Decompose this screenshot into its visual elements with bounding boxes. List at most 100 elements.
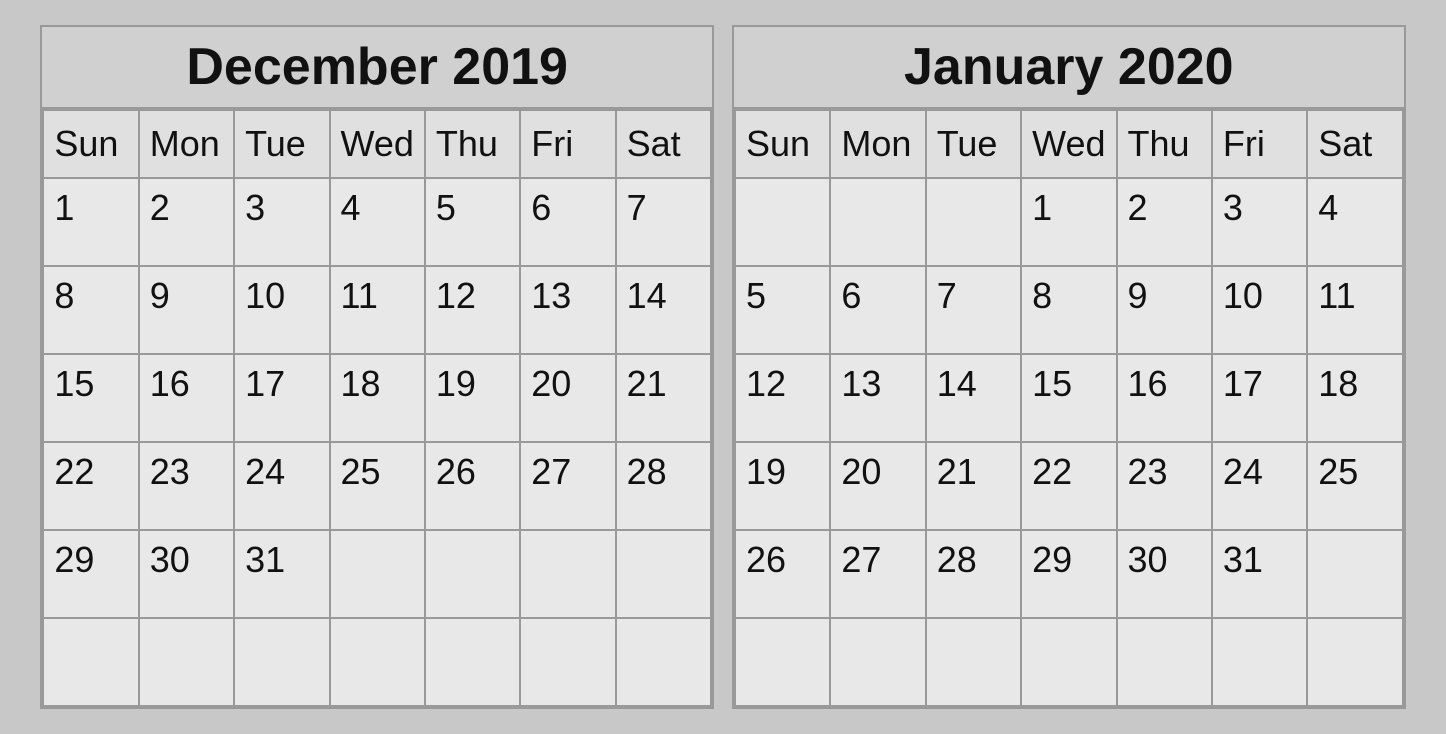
day-cell	[140, 619, 235, 707]
day-cell: 29	[44, 531, 139, 619]
day-cell: 15	[44, 355, 139, 443]
day-cell	[831, 179, 926, 267]
day-cell	[831, 619, 926, 707]
day-cell: 7	[927, 267, 1022, 355]
day-cell: 4	[331, 179, 426, 267]
day-cell: 27	[831, 531, 926, 619]
day-cell	[521, 619, 616, 707]
day-cell: 19	[426, 355, 521, 443]
day-header: Sat	[617, 109, 712, 179]
day-cell: 27	[521, 443, 616, 531]
day-header: Thu	[1118, 109, 1213, 179]
day-cell: 9	[1118, 267, 1213, 355]
day-cell: 17	[1213, 355, 1308, 443]
day-cell: 15	[1022, 355, 1117, 443]
day-header: Sat	[1308, 109, 1403, 179]
calendar-gap	[714, 25, 732, 709]
day-cell: 20	[831, 443, 926, 531]
day-cell	[235, 619, 330, 707]
day-cell: 2	[1118, 179, 1213, 267]
day-cell	[617, 619, 712, 707]
day-cell: 11	[1308, 267, 1403, 355]
december-calendar: December 2019 SunMonTueWedThuFriSat12345…	[40, 25, 714, 709]
day-cell: 19	[736, 443, 831, 531]
day-cell: 12	[426, 267, 521, 355]
day-cell	[1118, 619, 1213, 707]
day-cell	[736, 179, 831, 267]
day-cell	[1308, 619, 1403, 707]
day-cell: 6	[521, 179, 616, 267]
day-header: Mon	[831, 109, 926, 179]
day-cell: 11	[331, 267, 426, 355]
day-cell: 6	[831, 267, 926, 355]
day-cell: 30	[1118, 531, 1213, 619]
day-cell	[927, 619, 1022, 707]
day-cell: 18	[1308, 355, 1403, 443]
day-cell: 21	[617, 355, 712, 443]
day-cell: 8	[1022, 267, 1117, 355]
day-cell: 22	[44, 443, 139, 531]
day-cell: 28	[617, 443, 712, 531]
day-cell: 25	[331, 443, 426, 531]
day-header: Wed	[1022, 109, 1117, 179]
day-cell: 8	[44, 267, 139, 355]
day-header: Wed	[331, 109, 426, 179]
day-cell: 23	[140, 443, 235, 531]
day-cell: 20	[521, 355, 616, 443]
day-cell: 30	[140, 531, 235, 619]
day-cell: 31	[1213, 531, 1308, 619]
day-header: Sun	[44, 109, 139, 179]
day-cell: 28	[927, 531, 1022, 619]
day-cell: 12	[736, 355, 831, 443]
day-cell: 14	[927, 355, 1022, 443]
day-cell	[331, 531, 426, 619]
day-cell	[521, 531, 616, 619]
day-cell: 24	[1213, 443, 1308, 531]
day-cell	[331, 619, 426, 707]
day-cell: 26	[426, 443, 521, 531]
day-cell: 13	[831, 355, 926, 443]
day-cell: 9	[140, 267, 235, 355]
day-cell: 21	[927, 443, 1022, 531]
day-cell	[426, 531, 521, 619]
december-title: December 2019	[42, 27, 712, 109]
day-cell	[44, 619, 139, 707]
calendars-wrapper: December 2019 SunMonTueWedThuFriSat12345…	[30, 15, 1415, 719]
day-cell: 22	[1022, 443, 1117, 531]
day-cell: 3	[1213, 179, 1308, 267]
day-cell: 23	[1118, 443, 1213, 531]
day-cell: 4	[1308, 179, 1403, 267]
day-header: Thu	[426, 109, 521, 179]
day-cell	[736, 619, 831, 707]
day-cell: 2	[140, 179, 235, 267]
day-header: Mon	[140, 109, 235, 179]
day-cell: 10	[235, 267, 330, 355]
day-cell	[1213, 619, 1308, 707]
day-cell: 17	[235, 355, 330, 443]
day-cell: 5	[426, 179, 521, 267]
day-cell: 7	[617, 179, 712, 267]
day-cell	[927, 179, 1022, 267]
day-header: Fri	[521, 109, 616, 179]
day-cell	[1308, 531, 1403, 619]
day-cell: 13	[521, 267, 616, 355]
january-grid: SunMonTueWedThuFriSat1234567891011121314…	[734, 109, 1404, 707]
day-cell: 16	[140, 355, 235, 443]
day-cell	[426, 619, 521, 707]
day-cell: 18	[331, 355, 426, 443]
day-cell: 1	[44, 179, 139, 267]
day-cell: 29	[1022, 531, 1117, 619]
day-cell: 10	[1213, 267, 1308, 355]
december-grid: SunMonTueWedThuFriSat1234567891011121314…	[42, 109, 712, 707]
day-cell: 1	[1022, 179, 1117, 267]
day-header: Fri	[1213, 109, 1308, 179]
day-cell: 24	[235, 443, 330, 531]
day-cell	[617, 531, 712, 619]
day-cell: 14	[617, 267, 712, 355]
day-header: Tue	[927, 109, 1022, 179]
january-calendar: January 2020 SunMonTueWedThuFriSat123456…	[732, 25, 1406, 709]
day-header: Sun	[736, 109, 831, 179]
day-cell: 26	[736, 531, 831, 619]
day-header: Tue	[235, 109, 330, 179]
day-cell: 3	[235, 179, 330, 267]
